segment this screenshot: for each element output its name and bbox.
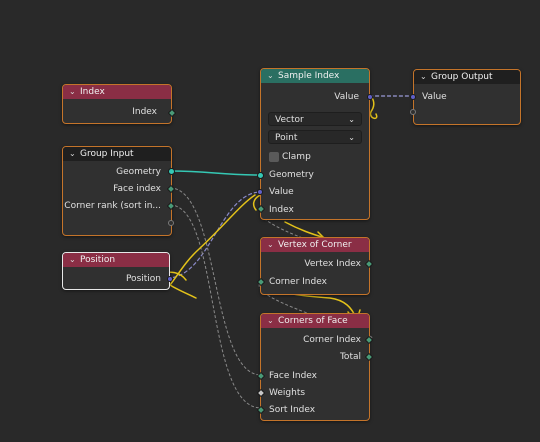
socket-geometry-output[interactable] (168, 168, 175, 175)
chevron-down-icon[interactable]: ⌄ (267, 238, 275, 252)
output-index-label: Index (132, 107, 157, 117)
socket-value-input[interactable] (257, 189, 263, 195)
data-type-dropdown[interactable]: Vector ⌄ (268, 112, 362, 126)
domain-dropdown[interactable]: Point ⌄ (268, 130, 362, 144)
input-geometry-label: Geometry (269, 170, 314, 180)
domain-value: Point (275, 133, 298, 143)
node-sample-index-title: Sample Index (278, 71, 340, 81)
output-value-label: Value (334, 92, 359, 102)
node-index[interactable]: ⌄ Index Index (62, 84, 177, 124)
node-group-input-header[interactable]: ⌄ Group Input (63, 147, 171, 161)
node-corners-of-face-header[interactable]: ⌄ Corners of Face (261, 314, 369, 328)
node-vertex-of-corner-title: Vertex of Corner (278, 240, 352, 250)
link-corner-rank (169, 204, 262, 409)
socket-empty-output[interactable] (168, 220, 174, 226)
output-vertex-index-label: Vertex Index (304, 259, 361, 269)
node-editor-canvas[interactable]: ⌄ Index Index ⌄ Group Input Geometry Face … (0, 0, 540, 442)
node-vertex-of-corner-header[interactable]: ⌄ Vertex of Corner (261, 238, 369, 252)
output-geometry-label: Geometry (116, 167, 161, 177)
node-corners-of-face[interactable]: ⌄ Corners of Face Corner Index Total Face… (256, 313, 374, 421)
input-weights-label: Weights (269, 388, 306, 398)
link-face-index (169, 187, 262, 376)
node-group-input-title: Group Input (80, 149, 134, 159)
output-position-label: Position (125, 274, 161, 284)
socket-value-output[interactable] (367, 94, 373, 100)
node-corners-of-face-title: Corners of Face (278, 316, 348, 326)
socket-position-output[interactable] (167, 276, 173, 282)
output-face-index-label: Face index (113, 184, 161, 194)
chevron-down-icon[interactable]: ⌄ (69, 147, 77, 161)
input-face-index-label: Face Index (269, 371, 317, 381)
node-group-output[interactable]: ⌄ Group Output Value (410, 69, 521, 125)
node-position-header[interactable]: ⌄ Position (63, 253, 169, 267)
data-type-value: Vector (275, 115, 304, 125)
node-index-header[interactable]: ⌄ Index (63, 85, 171, 99)
node-index-title: Index (80, 87, 105, 97)
chevron-down-icon[interactable]: ⌄ (69, 85, 77, 99)
link-geometry (169, 170, 262, 176)
input-corner-index-label: Corner Index (269, 277, 327, 287)
node-vertex-of-corner[interactable]: ⌄ Vertex of Corner Vertex Index Corner In… (256, 237, 374, 295)
dropdown-caret-icon: ⌄ (348, 115, 355, 124)
socket-value-input[interactable] (410, 94, 416, 100)
node-sample-index[interactable]: ⌄ Sample Index Value Vector ⌄ Point ⌄ Cla… (256, 68, 373, 220)
output-corner-index-label: Corner Index (303, 335, 361, 345)
dropdown-caret-icon: ⌄ (348, 133, 355, 142)
socket-empty-input[interactable] (410, 109, 416, 115)
input-value-label: Value (422, 92, 447, 102)
node-group-output-header[interactable]: ⌄ Group Output (414, 70, 520, 84)
node-position-title: Position (80, 255, 116, 265)
node-sample-index-header[interactable]: ⌄ Sample Index (261, 69, 369, 83)
clamp-label: Clamp (282, 152, 311, 162)
node-group-input[interactable]: ⌄ Group Input Geometry Face index Corner … (62, 146, 176, 236)
input-value-label: Value (269, 187, 294, 197)
output-total-label: Total (339, 352, 361, 362)
input-sort-index-label: Sort Index (269, 405, 316, 415)
chevron-down-icon[interactable]: ⌄ (267, 69, 275, 83)
chevron-down-icon[interactable]: ⌄ (420, 70, 428, 84)
checkbox-icon[interactable] (269, 152, 279, 162)
socket-geometry-input[interactable] (257, 172, 264, 179)
chevron-down-icon[interactable]: ⌄ (267, 314, 275, 328)
chevron-down-icon[interactable]: ⌄ (69, 253, 77, 267)
node-position[interactable]: ⌄ Position Position (62, 252, 173, 290)
node-group-output-title: Group Output (431, 72, 493, 82)
input-index-label: Index (269, 205, 294, 215)
output-corner-rank-label: Corner rank (sort in... (64, 201, 161, 211)
